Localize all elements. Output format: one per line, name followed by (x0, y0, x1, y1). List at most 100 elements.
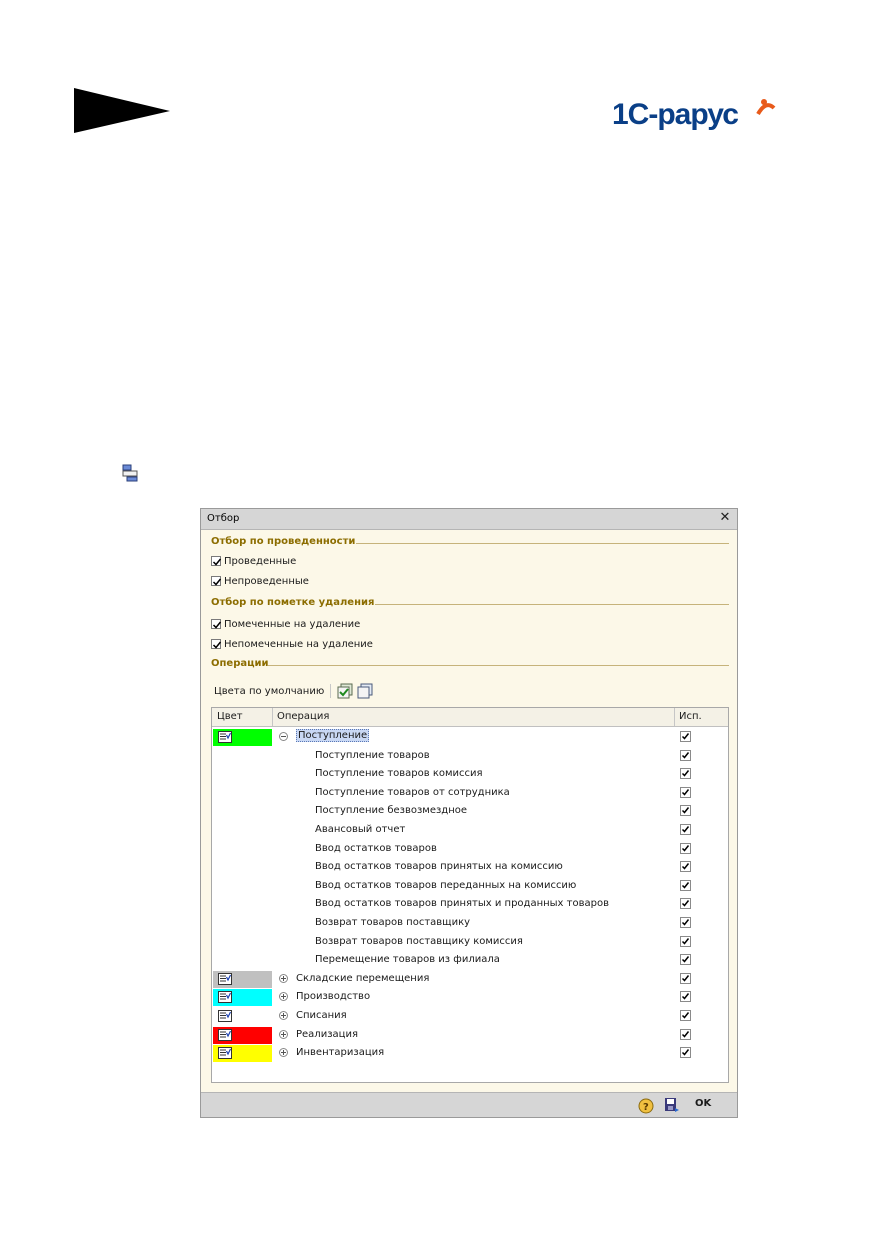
group-row[interactable]: Поступление (212, 728, 728, 746)
operation-label: Поступление товаров комиссия (315, 768, 483, 780)
section-deletion-label: Отбор по пометке удаления (211, 597, 375, 608)
expand-icon[interactable] (279, 973, 288, 983)
document-icon (218, 991, 232, 1004)
document-icon (218, 1028, 232, 1041)
section-posting-label: Отбор по проведенности (211, 536, 356, 547)
use-checkbox[interactable] (680, 898, 691, 910)
checkmark-icon (681, 919, 690, 926)
collapse-icon[interactable] (279, 732, 288, 741)
save-settings-icon[interactable] (664, 1097, 680, 1113)
expand-icon[interactable] (279, 1048, 288, 1058)
operation-row[interactable]: Поступление товаров от сотрудника (212, 784, 728, 802)
color-swatch[interactable] (213, 1045, 272, 1063)
dialog-title: Отбор (207, 513, 240, 524)
use-checkbox[interactable] (680, 749, 691, 761)
operation-label: Реализация (296, 1028, 358, 1040)
operations-toolbar: Цвета по умолчанию (214, 682, 377, 700)
unmarked-checkbox-row[interactable]: Непомеченные на удаление (211, 636, 373, 652)
marked-checkbox-row[interactable]: Помеченные на удаление (211, 616, 360, 632)
use-checkbox[interactable] (680, 879, 691, 891)
use-checkbox[interactable] (680, 731, 691, 742)
column-use-header[interactable]: Исп. (679, 711, 702, 722)
use-checkbox[interactable] (680, 1010, 691, 1021)
expand-icon[interactable] (279, 992, 288, 1002)
marked-label: Помеченные на удаление (224, 618, 361, 630)
divider (356, 543, 729, 544)
checkmark-icon (681, 826, 690, 833)
color-swatch[interactable] (213, 989, 272, 1007)
use-checkbox[interactable] (680, 842, 691, 854)
use-checkbox[interactable] (680, 917, 691, 928)
close-icon[interactable]: ✕ (718, 511, 732, 525)
expand-icon[interactable] (279, 1029, 288, 1039)
divider (268, 665, 729, 666)
group-row[interactable]: Производство (212, 988, 728, 1007)
checkmark-icon (681, 807, 690, 815)
color-swatch[interactable] (213, 970, 272, 988)
use-checkbox[interactable] (680, 786, 691, 798)
group-row[interactable]: Инвентаризация (212, 1044, 728, 1063)
use-checkbox[interactable] (680, 1047, 691, 1059)
group-row[interactable]: Складские перемещения (212, 970, 728, 988)
use-checkbox[interactable] (680, 1028, 691, 1040)
checkmark-icon (681, 974, 690, 982)
column-operation-header[interactable]: Операция (277, 711, 329, 722)
operation-label: Ввод остатков товаров принятых на комисс… (315, 861, 563, 873)
help-icon[interactable]: ? (638, 1098, 654, 1114)
color-swatch[interactable] (213, 1026, 272, 1044)
use-checkbox[interactable] (680, 954, 691, 966)
use-checkbox[interactable] (680, 768, 691, 780)
operation-row[interactable]: Ввод остатков товаров (212, 840, 728, 858)
unmarked-checkbox[interactable] (211, 639, 222, 649)
group-row[interactable]: Списания (212, 1007, 728, 1025)
checkmark-icon (681, 788, 690, 796)
group-row[interactable]: Реализация (212, 1026, 728, 1044)
use-checkbox[interactable] (680, 861, 691, 873)
use-checkbox[interactable] (680, 805, 691, 817)
checkmark-icon (681, 770, 690, 777)
operation-row[interactable]: Поступление товаров (212, 747, 728, 765)
document-icon (218, 731, 232, 743)
operation-row[interactable]: Возврат товаров поставщику (212, 914, 728, 932)
column-divider (674, 708, 675, 726)
section-operations: Операции (211, 658, 729, 672)
use-checkbox[interactable] (680, 991, 691, 1003)
operation-row[interactable]: Авансовый отчет (212, 821, 728, 839)
unposted-checkbox-row[interactable]: Непроведенные (211, 573, 309, 589)
operation-label: Ввод остатков товаров принятых и проданн… (315, 898, 609, 910)
checkmark-icon (681, 844, 690, 852)
svg-text:?: ? (643, 1102, 649, 1113)
operation-row[interactable]: Перемещение товаров из филиала (212, 951, 728, 969)
operation-row[interactable]: Ввод остатков товаров принятых на комисс… (212, 858, 728, 876)
posted-checkbox-row[interactable]: Проведенные (211, 553, 296, 569)
operation-row[interactable]: Ввод остатков товаров переданных на коми… (212, 877, 728, 895)
posted-checkbox[interactable] (211, 556, 222, 566)
expand-icon[interactable] (279, 1011, 288, 1020)
operation-row[interactable]: Ввод остатков товаров принятых и проданн… (212, 895, 728, 913)
check-all-icon[interactable] (337, 683, 353, 699)
operation-row[interactable]: Поступление товаров комиссия (212, 765, 728, 783)
use-checkbox[interactable] (680, 935, 691, 947)
checkmark-icon (681, 1049, 690, 1056)
use-checkbox[interactable] (680, 972, 691, 984)
document-icon (218, 1047, 232, 1060)
column-color-header[interactable]: Цвет (217, 711, 243, 722)
uncheck-all-icon[interactable] (357, 683, 373, 699)
marked-checkbox[interactable] (211, 619, 222, 629)
color-swatch[interactable] (213, 729, 272, 746)
operation-label: Возврат товаров поставщику комиссия (315, 935, 523, 947)
checkmark-icon (681, 937, 690, 945)
divider (375, 604, 729, 605)
operation-row[interactable]: Поступление безвозмездное (212, 802, 728, 820)
toolbar-separator (330, 684, 332, 698)
operation-row[interactable]: Возврат товаров поставщику комиссия (212, 933, 728, 951)
operation-label: Поступление (296, 729, 370, 742)
use-checkbox[interactable] (680, 824, 691, 835)
unposted-checkbox[interactable] (211, 576, 222, 586)
page-arrow-icon (74, 88, 170, 133)
default-colors-button[interactable]: Цвета по умолчанию (214, 686, 324, 697)
color-swatch[interactable] (213, 1008, 272, 1025)
filter-toolbar-icon[interactable] (121, 463, 141, 483)
ok-button[interactable]: OK (691, 1098, 715, 1109)
svg-text:1С-рарус: 1С-рарус (612, 98, 738, 131)
